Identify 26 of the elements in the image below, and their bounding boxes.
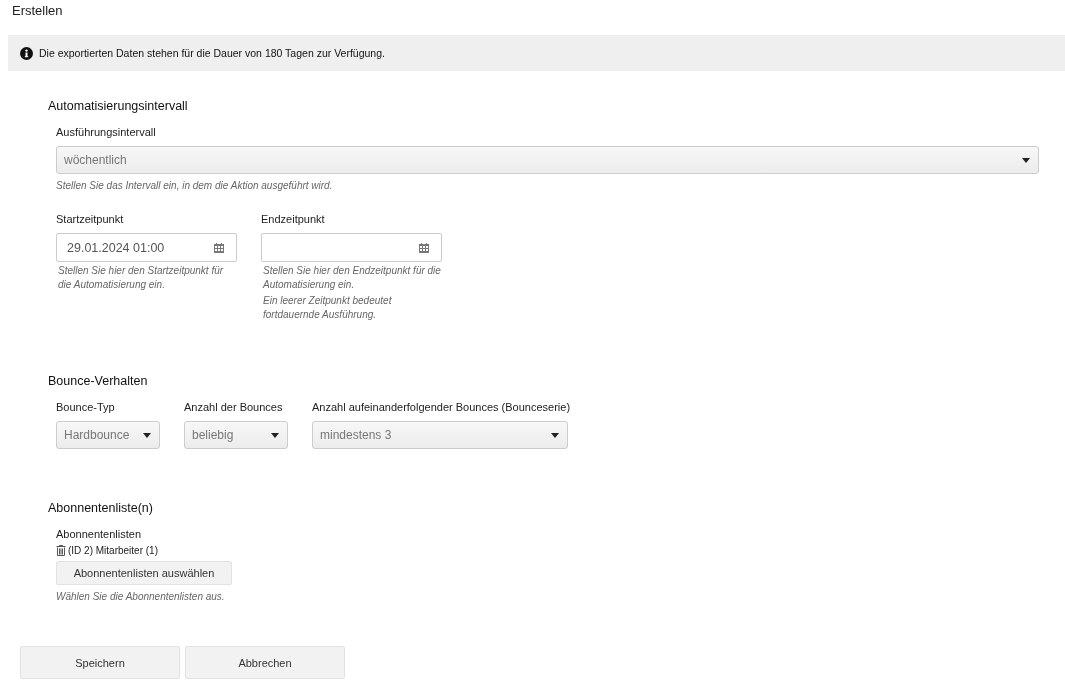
dropdown[interactable]: Hardbounce — [56, 421, 160, 449]
date-field[interactable]: 29.01.2024 01:00 — [56, 233, 237, 262]
help-text: Ein leerer Zeitpunkt bedeutet fortdauernde Ausführung. — [262, 294, 393, 322]
field-label: Anzahl aufeinanderfolgender Bounces (Bounceserie) — [312, 401, 571, 413]
help-text: Stellen Sie hier den Endzeitpunkt für die Automatisierung ein. — [261, 264, 442, 292]
help-text: Stellen Sie das Intervall ein, in dem die Aktion ausgeführt wird. — [56, 179, 334, 193]
field-label: Startzeitpunkt — [56, 213, 125, 225]
info-text: Die exportierten Daten stehen für die Dauer von 180 Tagen zur Verfügung. — [39, 47, 385, 59]
field-label: Endzeitpunkt — [261, 213, 326, 225]
field-label: Ausführungsintervall — [56, 126, 157, 138]
dropdown[interactable]: mindestens 3 — [312, 421, 568, 449]
list-item: (ID 2) Mitarbeiter (1) — [68, 545, 158, 556]
dropdown[interactable]: wöchentlich — [56, 146, 1039, 174]
field-label: Abonnentenlisten — [56, 528, 142, 540]
field-label: Anzahl der Bounces — [184, 401, 284, 413]
page-title: Erstellen — [11, 2, 64, 20]
save-button[interactable]: Speichern — [20, 646, 180, 679]
cancel-button[interactable]: Abbrechen — [185, 646, 345, 679]
select-lists-button[interactable]: Abonnentenlisten auswählen — [56, 561, 232, 585]
field-label: Bounce-Typ — [56, 401, 116, 413]
help-text: Wählen Sie die Abonnentenlisten aus. — [56, 590, 226, 604]
section-heading: Abonnentenliste(n) — [48, 501, 154, 515]
section-heading: Automatisierungsintervall — [48, 99, 189, 113]
section-heading: Bounce-Verhalten — [48, 374, 149, 388]
help-text: Stellen Sie hier den Startzeitpunkt für die Automatisierung ein. — [57, 264, 225, 292]
dropdown[interactable]: beliebig — [184, 421, 288, 449]
